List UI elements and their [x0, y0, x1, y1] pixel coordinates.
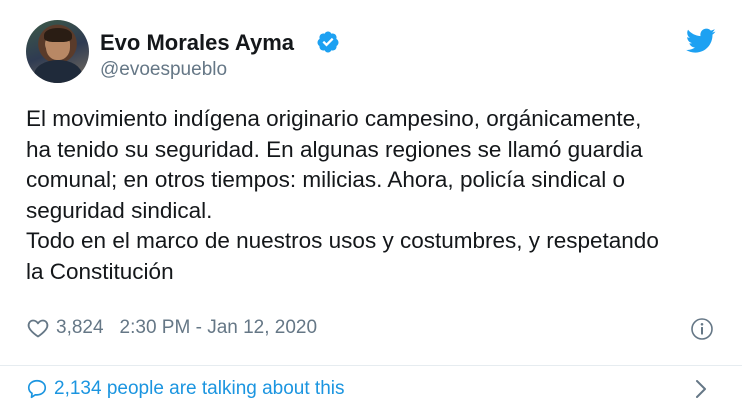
tweet-embed-card[interactable]: Evo Morales Ayma @evoespueblo El movimie…: [0, 0, 742, 415]
info-icon[interactable]: [690, 317, 714, 341]
conversation-link[interactable]: 2,134 people are talking about this: [26, 374, 345, 404]
tweet-text-line: la Constitución: [26, 258, 174, 284]
author-handle[interactable]: @evoespueblo: [100, 59, 227, 81]
heart-icon[interactable]: [26, 316, 50, 340]
talking-about-text[interactable]: 2,134 people are talking about this: [54, 378, 345, 400]
avatar[interactable]: [26, 20, 89, 83]
tweet-text-line: comunal; en otros tiempos: milicias. Aho…: [26, 167, 626, 192]
tweet-meta-row: 3,824 2:30 PM - Jan 12, 2020: [26, 313, 317, 343]
verified-badge-icon: [317, 31, 339, 53]
speech-bubble-icon: [27, 379, 47, 399]
like-count[interactable]: 3,824: [56, 317, 104, 339]
divider: [0, 365, 742, 366]
chevron-right-icon[interactable]: [692, 377, 710, 401]
tweet-text-line: El movimiento indígena originario campes…: [26, 106, 642, 131]
tweet-timestamp[interactable]: 2:30 PM - Jan 12, 2020: [120, 317, 318, 339]
tweet-text-line: ha tenido su seguridad. En algunas regio…: [26, 136, 643, 162]
tweet-text: El movimiento indígena originario campes…: [26, 104, 726, 287]
tweet-text-line: seguridad sindical.: [26, 197, 213, 223]
author-display-name[interactable]: Evo Morales Ayma: [100, 30, 294, 56]
twitter-bird-icon[interactable]: [686, 28, 716, 54]
tweet-text-line: Todo en el marco de nuestros usos y cost…: [26, 228, 659, 253]
